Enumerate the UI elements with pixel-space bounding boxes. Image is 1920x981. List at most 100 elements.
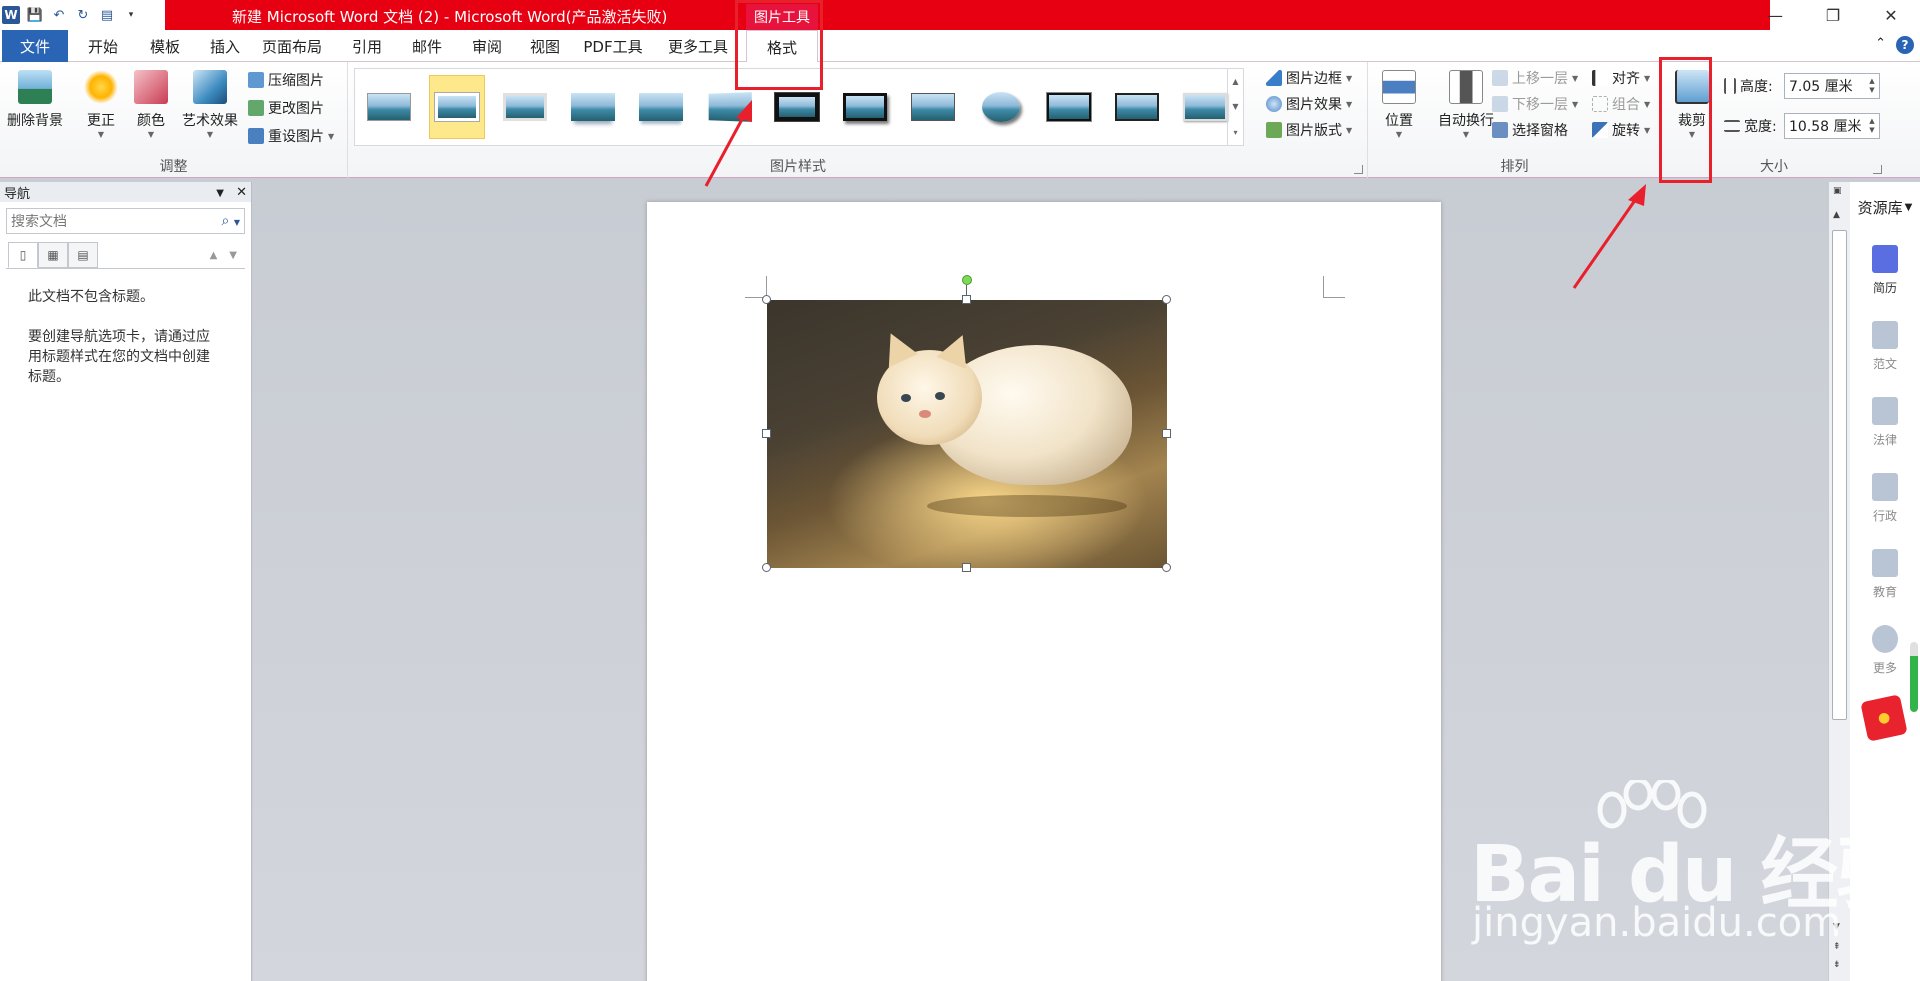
chevron-down-icon[interactable]: ▼ bbox=[1232, 102, 1238, 111]
nav-search-input[interactable]: 搜索文档 ⌕ ▼ bbox=[6, 208, 245, 234]
tab-mailings[interactable]: 邮件 bbox=[404, 30, 450, 62]
ruler-toggle-icon[interactable]: ▣ bbox=[1833, 186, 1842, 196]
help-icon[interactable]: ? bbox=[1896, 36, 1914, 54]
resize-handle-bottom-right[interactable] bbox=[1162, 563, 1171, 572]
chevron-down-icon: ▼ bbox=[1346, 73, 1353, 83]
nav-tab-pages-icon[interactable]: ▦ bbox=[38, 242, 68, 268]
bring-forward-button[interactable]: 上移一层 ▼ bbox=[1492, 66, 1578, 90]
dialog-launcher-icon[interactable] bbox=[1873, 165, 1882, 174]
style-thumb[interactable] bbox=[1109, 75, 1165, 139]
gallery-more-icon[interactable]: ▾ bbox=[1233, 128, 1237, 137]
resize-handle-bottom[interactable] bbox=[962, 563, 971, 572]
style-preview bbox=[843, 93, 887, 121]
style-thumb[interactable] bbox=[633, 75, 689, 139]
picture-effects-button[interactable]: 图片效果 ▼ bbox=[1266, 92, 1352, 116]
resource-item-admin[interactable]: 行政 bbox=[1850, 460, 1920, 536]
resource-item-sample[interactable]: 范文 bbox=[1850, 308, 1920, 384]
width-label: 宽度: bbox=[1724, 114, 1777, 138]
resource-item-resume[interactable]: 简历 bbox=[1850, 232, 1920, 308]
dialog-launcher-icon[interactable] bbox=[1354, 165, 1363, 174]
resource-item-law[interactable]: 法律 bbox=[1850, 384, 1920, 460]
compress-pictures-button[interactable]: 压缩图片 bbox=[248, 68, 324, 92]
tab-view[interactable]: 视图 bbox=[522, 30, 568, 62]
tab-insert[interactable]: 插入 bbox=[202, 30, 248, 62]
tab-references[interactable]: 引用 bbox=[344, 30, 390, 62]
chevron-up-icon[interactable]: ▲ bbox=[1232, 77, 1238, 86]
style-thumb[interactable] bbox=[973, 75, 1029, 139]
spin-down-icon[interactable]: ▼ bbox=[1869, 86, 1874, 95]
spin-buttons[interactable]: ▲ ▼ bbox=[1865, 77, 1879, 95]
tab-review[interactable]: 审阅 bbox=[464, 30, 510, 62]
nav-next-icon[interactable]: ▼ bbox=[229, 250, 237, 261]
style-thumb[interactable] bbox=[361, 75, 417, 139]
tab-more-tools[interactable]: 更多工具 bbox=[664, 30, 732, 62]
style-thumb[interactable] bbox=[905, 75, 961, 139]
style-thumb[interactable] bbox=[1177, 75, 1233, 139]
collapse-ribbon-icon[interactable]: ⌃ bbox=[1875, 36, 1886, 54]
style-preview bbox=[1115, 93, 1159, 121]
resize-handle-top-right[interactable] bbox=[1162, 295, 1171, 304]
save-icon[interactable]: 💾 bbox=[26, 6, 44, 24]
redo-icon[interactable]: ↻ bbox=[74, 6, 92, 24]
group-objects-button[interactable]: 组合 ▼ bbox=[1592, 92, 1650, 116]
customize-qat-icon[interactable]: ▾ bbox=[122, 6, 140, 24]
style-thumb[interactable] bbox=[497, 75, 553, 139]
selected-picture[interactable] bbox=[762, 275, 1171, 572]
spin-up-icon[interactable]: ▲ bbox=[1869, 77, 1874, 86]
search-icon[interactable]: ⌕ ▼ bbox=[222, 213, 240, 229]
resize-handle-top-left[interactable] bbox=[762, 295, 771, 304]
style-thumb[interactable] bbox=[565, 75, 621, 139]
tab-home[interactable]: 开始 bbox=[80, 30, 126, 62]
minimize-button[interactable]: — bbox=[1746, 0, 1804, 30]
picture-layout-button[interactable]: 图片版式 ▼ bbox=[1266, 118, 1352, 142]
spin-buttons[interactable]: ▲ ▼ bbox=[1865, 117, 1879, 135]
tab-pdf-tools[interactable]: PDF工具 bbox=[578, 30, 648, 62]
resource-item-education[interactable]: 教育 bbox=[1850, 536, 1920, 612]
tab-file[interactable]: 文件 bbox=[2, 30, 68, 62]
gallery-scroll[interactable]: ▲ ▼ ▾ bbox=[1227, 69, 1243, 145]
chevron-down-icon: ▼ bbox=[1346, 125, 1353, 135]
close-button[interactable]: ✕ bbox=[1862, 0, 1920, 30]
print-preview-icon[interactable]: ▤ bbox=[98, 6, 116, 24]
rotate-button[interactable]: 旋转 ▼ bbox=[1592, 118, 1650, 142]
color-button[interactable]: 颜色 ▼ bbox=[118, 66, 184, 150]
position-button[interactable]: 位置 ▼ bbox=[1374, 66, 1424, 150]
scroll-up-icon[interactable]: ▲ bbox=[1833, 210, 1840, 220]
red-envelope-icon[interactable]: ● bbox=[1860, 694, 1908, 742]
selection-pane-button[interactable]: 选择窗格 bbox=[1492, 118, 1568, 142]
style-thumb[interactable] bbox=[1041, 75, 1097, 139]
kitten-photo[interactable] bbox=[767, 300, 1167, 568]
nav-prev-icon[interactable]: ▲ bbox=[210, 250, 218, 261]
artistic-effects-button[interactable]: 艺术效果 ▼ bbox=[176, 66, 244, 150]
spin-up-icon[interactable]: ▲ bbox=[1869, 117, 1874, 126]
undo-icon[interactable]: ↶ bbox=[50, 6, 68, 24]
restore-button[interactable]: ❐ bbox=[1804, 0, 1862, 30]
reset-picture-button[interactable]: 重设图片 ▼ bbox=[248, 124, 334, 148]
resource-library-menu[interactable]: 资源库 ▼ bbox=[1850, 182, 1920, 232]
scroll-thumb[interactable] bbox=[1832, 230, 1847, 720]
resize-handle-bottom-left[interactable] bbox=[762, 563, 771, 572]
remove-background-button[interactable]: 删除背景 bbox=[2, 66, 68, 150]
document-page[interactable] bbox=[647, 202, 1441, 981]
word-logo-icon[interactable]: W bbox=[2, 6, 20, 24]
style-thumb-selected[interactable] bbox=[429, 75, 485, 139]
resize-handle-top[interactable] bbox=[962, 295, 971, 304]
change-picture-button[interactable]: 更改图片 bbox=[248, 96, 324, 120]
spin-down-icon[interactable]: ▼ bbox=[1869, 126, 1874, 135]
picture-border-button[interactable]: 图片边框 ▼ bbox=[1266, 66, 1352, 90]
style-thumb[interactable] bbox=[837, 75, 893, 139]
send-backward-button[interactable]: 下移一层 ▼ bbox=[1492, 92, 1578, 116]
nav-tab-results-icon[interactable]: ▤ bbox=[68, 242, 98, 268]
tab-template[interactable]: 模板 bbox=[142, 30, 188, 62]
resize-handle-left[interactable] bbox=[762, 429, 771, 438]
rotate-handle[interactable] bbox=[962, 275, 972, 285]
align-button[interactable]: 对齐 ▼ bbox=[1592, 66, 1650, 90]
nav-menu-icon[interactable]: ▼ bbox=[216, 188, 224, 199]
nav-tab-headings-icon[interactable]: ▯ bbox=[8, 242, 38, 268]
resize-handle-right[interactable] bbox=[1162, 429, 1171, 438]
height-input[interactable]: 7.05 厘米 ▲ ▼ bbox=[1784, 73, 1880, 99]
tab-page-layout[interactable]: 页面布局 bbox=[258, 30, 326, 62]
nav-close-icon[interactable]: ✕ bbox=[236, 185, 247, 200]
next-page-icon[interactable]: ⇟ bbox=[1833, 960, 1841, 970]
width-input[interactable]: 10.58 厘米 ▲ ▼ bbox=[1784, 113, 1880, 139]
